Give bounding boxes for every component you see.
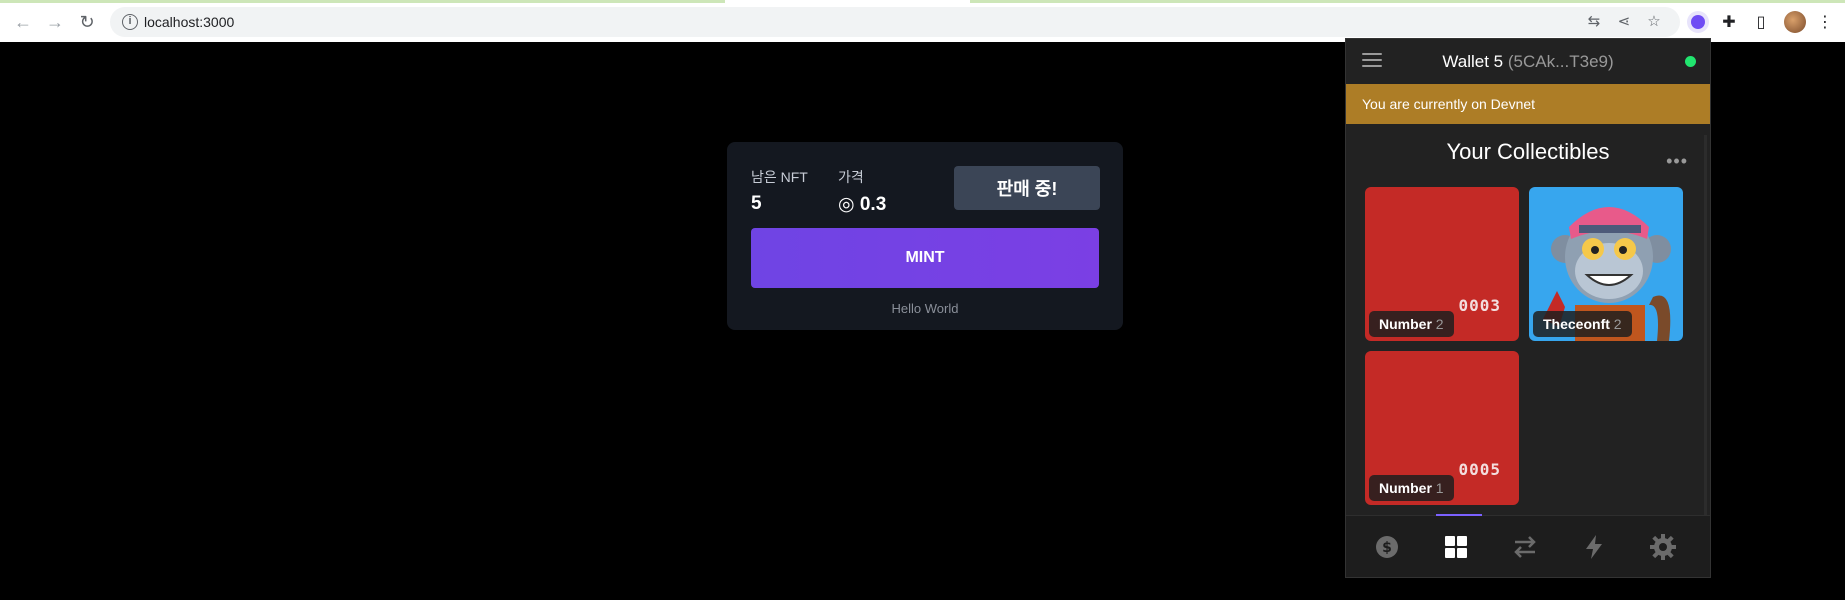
connection-status-icon <box>1685 56 1696 67</box>
remaining-value: 5 <box>751 193 762 214</box>
collectible-count: 1 <box>1435 480 1444 496</box>
collectible-count: 2 <box>1613 316 1622 332</box>
sale-status-button[interactable]: 판매 중! <box>954 166 1100 210</box>
phantom-extension-icon[interactable] <box>1687 11 1709 33</box>
price-value: ◎ 0.3 <box>838 194 887 215</box>
collectible-count: 2 <box>1435 316 1444 332</box>
collectible-name: Number <box>1379 316 1432 332</box>
wallet-bottom-nav: $ <box>1346 514 1710 577</box>
wallet-header: Wallet 5 (5CAk...T3e9) <box>1346 39 1710 83</box>
wallet-title[interactable]: Wallet 5 (5CAk...T3e9) <box>1346 52 1710 72</box>
profile-avatar[interactable] <box>1784 11 1806 33</box>
gear-icon[interactable] <box>1650 534 1676 560</box>
reload-icon[interactable]: ↻ <box>76 11 98 33</box>
forward-icon[interactable]: → <box>44 11 66 33</box>
svg-text:$: $ <box>1382 540 1392 556</box>
wallet-popup: Wallet 5 (5CAk...T3e9) You are currently… <box>1345 38 1711 578</box>
wallet-address: (5CAk...T3e9) <box>1507 52 1614 71</box>
grid-icon[interactable] <box>1443 534 1469 560</box>
url-text[interactable]: localhost:3000 <box>144 14 234 30</box>
back-icon[interactable]: ← <box>12 11 34 33</box>
remaining-label: 남은 NFT <box>751 169 808 185</box>
active-tab-indicator <box>1436 514 1482 516</box>
collectible-name: Theceonft <box>1543 316 1610 332</box>
more-options-icon[interactable]: ••• <box>1666 151 1688 172</box>
browser-toolbar: ← → ↻ i localhost:3000 ⇆ ⋖ ☆ ✚ ▯ ⋮ <box>0 0 1845 42</box>
nft-number-text: 0005 <box>1458 460 1501 479</box>
side-panel-icon[interactable]: ▯ <box>1750 11 1772 33</box>
bookmark-star-icon[interactable]: ☆ <box>1645 13 1663 31</box>
bolt-icon[interactable] <box>1581 534 1607 560</box>
swap-icon[interactable] <box>1512 534 1538 560</box>
site-info-icon[interactable]: i <box>122 14 138 30</box>
mint-button[interactable]: MINT <box>751 228 1099 288</box>
nft-number-text: 0003 <box>1458 296 1501 315</box>
wallet-name: Wallet 5 <box>1442 52 1504 71</box>
translate-icon[interactable]: ⇆ <box>1585 13 1603 31</box>
mint-card: 남은 NFT 5 가격 ◎ 0.3 판매 중! MINT Hello World <box>727 142 1123 330</box>
extensions-puzzle-icon[interactable]: ✚ <box>1718 11 1740 33</box>
collectible-tile[interactable]: Theceonft 2 <box>1529 187 1683 341</box>
collectible-label: Theceonft 2 <box>1533 311 1632 337</box>
remaining-stat: 남은 NFT 5 <box>751 167 808 215</box>
network-banner: You are currently on Devnet <box>1346 84 1710 124</box>
price-label: 가격 <box>838 169 864 185</box>
collectibles-scrollbar[interactable] <box>1704 135 1707 545</box>
share-icon[interactable]: ⋖ <box>1615 13 1633 31</box>
collectibles-title: Your Collectibles <box>1446 139 1610 164</box>
tab-strip-left <box>0 0 725 3</box>
browser-menu-icon[interactable]: ⋮ <box>1814 11 1836 33</box>
price-stat: 가격 ◎ 0.3 <box>838 167 886 216</box>
collectible-name: Number <box>1379 480 1432 496</box>
dollar-icon[interactable]: $ <box>1374 534 1400 560</box>
collectible-tile[interactable]: 0003 Number 2 <box>1365 187 1519 341</box>
tab-strip-right <box>970 0 1845 3</box>
collectible-label: Number 2 <box>1369 311 1454 337</box>
collectible-tile[interactable]: 0005 Number 1 <box>1365 351 1519 505</box>
card-footer-text: Hello World <box>891 301 959 316</box>
address-bar[interactable]: i localhost:3000 ⇆ ⋖ ☆ <box>110 7 1680 37</box>
collectible-label: Number 1 <box>1369 475 1454 501</box>
